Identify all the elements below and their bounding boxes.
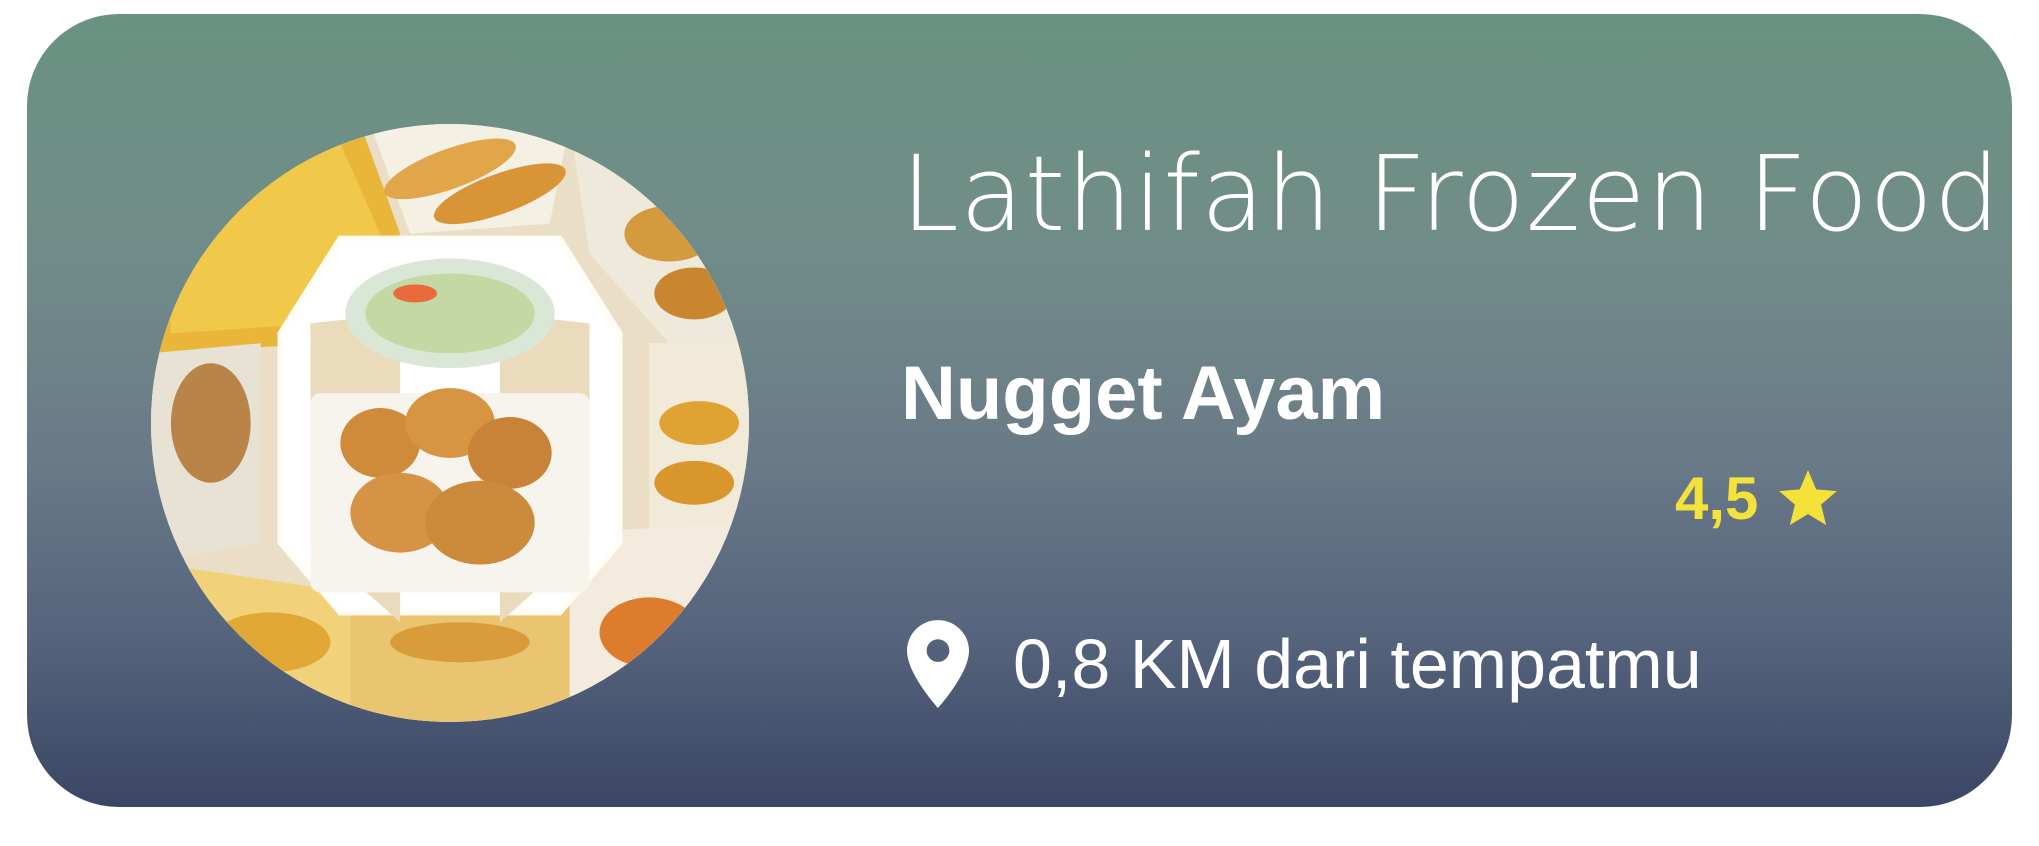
location-row: 0,8 KM dari tempatmu [907,620,1702,708]
store-info: Lathifah Frozen Food Nugget Ayam 4,5 0,8… [901,14,2000,807]
distance-text: 0,8 KM dari tempatmu [1013,625,1702,703]
store-name[interactable]: Lathifah Frozen Food [901,142,2001,246]
rating-value: 4,5 [1675,465,1759,532]
rating: 4,5 [1675,465,1842,533]
map-pin-icon [907,620,969,708]
store-card[interactable]: Lathifah Frozen Food Nugget Ayam 4,5 0,8… [27,14,2012,807]
product-name: Nugget Ayam [901,351,1386,436]
food-photo [151,124,749,722]
star-icon [1774,465,1842,533]
